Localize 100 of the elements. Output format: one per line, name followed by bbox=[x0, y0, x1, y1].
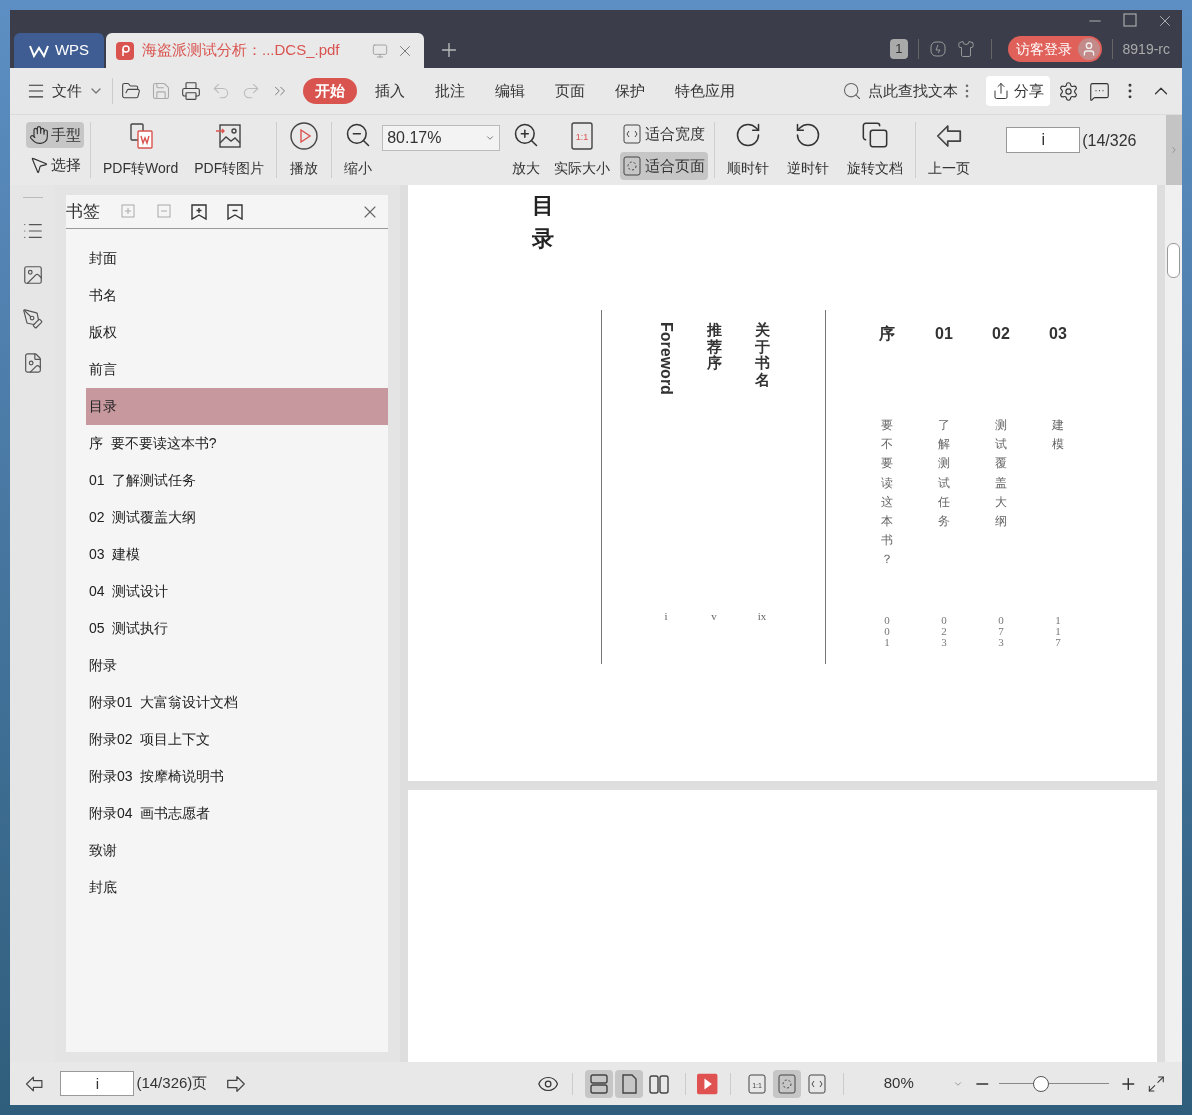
bookmark-item[interactable]: 03 建模 bbox=[86, 536, 388, 573]
view-mode-button[interactable] bbox=[614, 1069, 643, 1098]
scrollbar-thumb[interactable] bbox=[1167, 243, 1180, 278]
bookmark-item[interactable]: 附录02 项目上下文 bbox=[86, 721, 388, 758]
monitor-icon bbox=[372, 42, 388, 59]
avatar-icon bbox=[1077, 38, 1100, 60]
home-tab[interactable]: WPS bbox=[14, 33, 104, 68]
single-page-icon bbox=[619, 1072, 638, 1095]
bookmark-item[interactable]: 版权 bbox=[86, 314, 388, 351]
page-heading: 目录 bbox=[532, 192, 554, 253]
page-number-field[interactable]: i bbox=[60, 1071, 135, 1096]
tab-label: 海盗派测试分析：...DCS_.pdf bbox=[142, 40, 340, 61]
zoom-select[interactable]: 80.17% bbox=[382, 125, 501, 151]
chapter-title: 要不要读这本书？ bbox=[881, 417, 893, 569]
open-folder-icon[interactable] bbox=[121, 81, 141, 101]
shirt-icon[interactable] bbox=[956, 40, 975, 58]
slideshow-icon[interactable] bbox=[697, 1072, 718, 1095]
maximize-icon[interactable] bbox=[1122, 12, 1138, 28]
menu-tab[interactable]: 特色应用 bbox=[663, 78, 747, 104]
bookmark-item[interactable]: 目录 bbox=[86, 388, 388, 425]
menu-tab[interactable]: 编辑 bbox=[483, 78, 537, 104]
toolbar-button[interactable]: 放大 bbox=[506, 119, 547, 181]
chapter-page-number: 073 bbox=[997, 615, 1005, 648]
share-button[interactable]: 分享 bbox=[986, 76, 1050, 106]
print-icon[interactable] bbox=[181, 81, 201, 101]
dropdown-caret-icon bbox=[485, 133, 496, 143]
toolbar-button[interactable]: 逆时针 bbox=[781, 119, 836, 181]
toolbar-button[interactable]: 1:1 实际大小 bbox=[548, 119, 617, 181]
chevron-right-icon bbox=[1169, 145, 1179, 155]
bookmark-item[interactable]: 书名 bbox=[86, 277, 388, 314]
fullscreen-icon[interactable] bbox=[1147, 1073, 1166, 1094]
menu-tab[interactable]: 开始 bbox=[303, 78, 357, 104]
hand-tool-button[interactable]: 手型 bbox=[26, 122, 84, 148]
page-number-field[interactable]: i bbox=[1006, 127, 1081, 153]
pdf-file-icon bbox=[116, 41, 134, 60]
login-button[interactable]: 访客登录 bbox=[1007, 36, 1102, 62]
fit-width-button[interactable]: 适合宽度 bbox=[620, 120, 709, 148]
double-page-icon bbox=[647, 1072, 670, 1095]
page-count: (14/326 bbox=[1082, 131, 1137, 151]
fit-page-icon bbox=[777, 1073, 796, 1094]
fit-page-button[interactable]: 适合页面 bbox=[620, 152, 709, 180]
search-icon bbox=[842, 81, 862, 101]
bookmark-item[interactable]: 附录 bbox=[86, 647, 388, 684]
toc-page-number: ix bbox=[757, 608, 767, 624]
zoom-slider[interactable] bbox=[999, 1074, 1109, 1093]
bookmark-item[interactable]: 封面 bbox=[86, 240, 388, 277]
bookmark-item[interactable]: 附录04 画书志愿者 bbox=[86, 795, 388, 832]
bookmark-item[interactable]: 致谢 bbox=[86, 832, 388, 869]
bookmark-item[interactable]: 04 测试设计 bbox=[86, 573, 388, 610]
bookmark-item[interactable]: 序 要不要读这本书? bbox=[86, 425, 388, 462]
toc-title: 关于书名 bbox=[754, 322, 770, 388]
fit-mode-button[interactable] bbox=[772, 1069, 801, 1098]
toolbar-button[interactable]: 顺时针 bbox=[721, 119, 776, 181]
bookmark-item[interactable]: 01 了解测试任务 bbox=[86, 462, 388, 499]
select-tool-button[interactable]: 选择 bbox=[26, 152, 84, 178]
toc-page-number: v bbox=[711, 608, 717, 624]
chapter-page-number: 001 bbox=[883, 615, 891, 648]
fit-width-icon bbox=[623, 124, 642, 144]
continuous-pages-icon bbox=[588, 1072, 609, 1095]
toolbar-button[interactable]: PDF转图片 bbox=[188, 119, 271, 181]
toolbar-button[interactable]: 上一页 bbox=[922, 119, 977, 181]
toolbar-button[interactable]: PDF转Word bbox=[97, 119, 185, 181]
add-bookmark-icon[interactable] bbox=[190, 202, 208, 221]
hand-icon bbox=[29, 125, 49, 145]
search-field[interactable]: 点此查找文本 bbox=[842, 79, 958, 103]
chapter-page-number: 023 bbox=[940, 615, 948, 648]
thumbnail-icon[interactable] bbox=[21, 264, 44, 286]
bookmark-item[interactable]: 封底 bbox=[86, 869, 388, 906]
menu-tab[interactable]: 保护 bbox=[603, 78, 657, 104]
menu-tab[interactable]: 插入 bbox=[363, 78, 417, 104]
view-mode-button[interactable] bbox=[584, 1069, 613, 1098]
pointer-icon bbox=[29, 155, 49, 175]
file-menu[interactable]: 文件 bbox=[26, 79, 104, 103]
toc-title: Foreword bbox=[657, 322, 676, 395]
toolbar-button[interactable]: 缩小 bbox=[338, 119, 379, 181]
chapter-title: 建模 bbox=[1052, 417, 1064, 454]
fit-page-icon bbox=[623, 156, 642, 176]
logo-icon bbox=[28, 43, 49, 58]
page-count: (14/326)页 bbox=[136, 1073, 208, 1094]
bookmark-item[interactable]: 02 测试覆盖大纲 bbox=[86, 499, 388, 536]
annotation-icon[interactable] bbox=[21, 308, 44, 330]
settings-icon[interactable] bbox=[1058, 80, 1079, 102]
bookmark-item[interactable]: 附录03 按摩椅说明书 bbox=[86, 758, 388, 795]
comment-icon[interactable] bbox=[1089, 80, 1110, 102]
bookmark-item[interactable]: 前言 bbox=[86, 351, 388, 388]
chapter-number: 01 bbox=[935, 324, 953, 344]
menu-tab[interactable]: 页面 bbox=[543, 78, 597, 104]
menu-tab[interactable]: 批注 bbox=[423, 78, 477, 104]
bookmark-item[interactable]: 05 测试执行 bbox=[86, 610, 388, 647]
remove-bookmark-icon[interactable] bbox=[226, 202, 244, 221]
toolbar-button[interactable]: 播放 bbox=[283, 119, 326, 181]
chapter-number: 序 bbox=[879, 324, 895, 344]
chapter-number: 03 bbox=[1049, 324, 1067, 344]
zoom-dropdown[interactable]: 80% bbox=[869, 1072, 963, 1095]
fit-width-icon bbox=[807, 1073, 826, 1094]
chapter-title: 了解测试任务 bbox=[938, 417, 950, 530]
toolbar-button[interactable]: 旋转文档 bbox=[841, 119, 910, 181]
chapter-page-number: 117 bbox=[1054, 615, 1062, 648]
toc-title: 推荐序 bbox=[706, 322, 722, 372]
bookmark-item[interactable]: 附录01 大富翁设计文档 bbox=[86, 684, 388, 721]
